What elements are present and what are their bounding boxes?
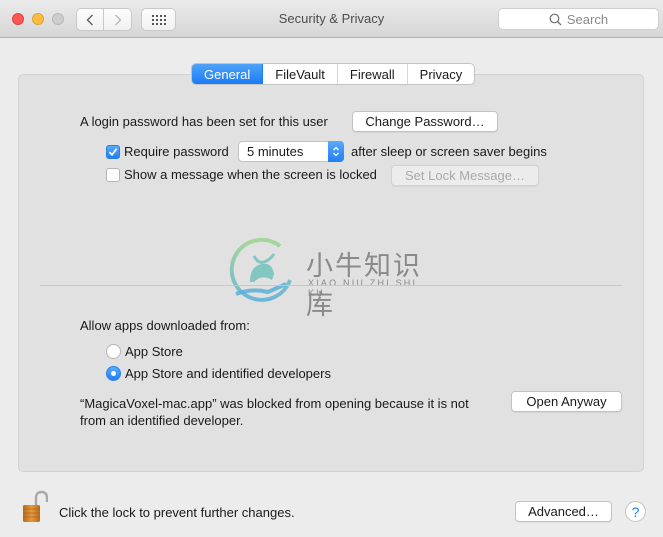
open-anyway-button[interactable]: Open Anyway xyxy=(511,391,622,412)
change-password-button[interactable]: Change Password… xyxy=(352,111,498,132)
watermark: 小牛知识库 XIAO NIU ZHI SHI KU xyxy=(228,234,438,321)
require-password-suffix: after sleep or screen saver begins xyxy=(351,144,547,159)
show-message-checkbox[interactable] xyxy=(106,168,120,182)
unlocked-padlock-icon xyxy=(23,490,49,522)
title-bar: Security & Privacy Search xyxy=(0,0,663,38)
password-delay-select[interactable]: 5 minutes xyxy=(238,141,344,162)
show-message-label: Show a message when the screen is locked xyxy=(124,167,377,182)
watermark-logo-icon xyxy=(229,237,292,302)
require-password-checkbox[interactable] xyxy=(106,145,120,159)
tab-firewall[interactable]: Firewall xyxy=(338,64,408,84)
radio-app-store[interactable] xyxy=(106,344,121,359)
tab-privacy[interactable]: Privacy xyxy=(408,64,475,84)
login-password-label: A login password has been set for this u… xyxy=(80,114,328,129)
blocked-message-line1: “MagicaVoxel-mac.app” was blocked from o… xyxy=(80,396,469,411)
search-icon xyxy=(549,13,562,25)
radio-app-store-identified-label: App Store and identified developers xyxy=(125,366,331,381)
search-placeholder: Search xyxy=(566,11,609,27)
section-divider xyxy=(40,285,622,286)
radio-app-store-identified[interactable] xyxy=(106,366,121,381)
tab-bar: General FileVault Firewall Privacy xyxy=(191,63,476,85)
search-field[interactable]: Search xyxy=(498,8,659,30)
checkmark-icon xyxy=(108,148,118,157)
set-lock-message-button[interactable]: Set Lock Message… xyxy=(391,165,539,186)
password-delay-value: 5 minutes xyxy=(247,144,304,159)
lock-button[interactable] xyxy=(22,490,49,524)
question-mark-icon: ? xyxy=(631,503,640,520)
updown-arrows-icon xyxy=(328,141,344,162)
require-password-label: Require password xyxy=(124,144,229,159)
watermark-latin-text: XIAO NIU ZHI SHI KU xyxy=(308,278,418,298)
help-button[interactable]: ? xyxy=(625,501,646,522)
advanced-button[interactable]: Advanced… xyxy=(515,501,612,522)
lock-status-text: Click the lock to prevent further change… xyxy=(59,505,295,520)
radio-app-store-label: App Store xyxy=(125,344,183,359)
blocked-message-line2: from an identified developer. xyxy=(80,413,244,428)
tab-filevault[interactable]: FileVault xyxy=(263,64,338,84)
allow-apps-heading: Allow apps downloaded from: xyxy=(80,318,250,333)
tab-general[interactable]: General xyxy=(192,64,264,84)
